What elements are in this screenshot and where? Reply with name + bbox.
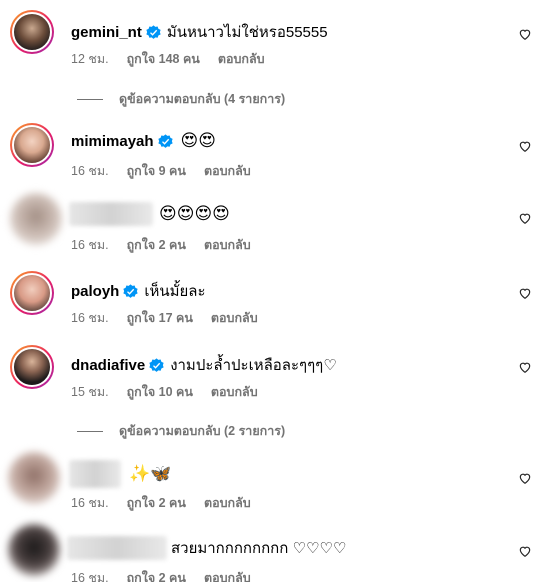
comment-likes[interactable]: ถูกใจ 2 คน	[127, 568, 186, 582]
like-heart-icon[interactable]	[518, 471, 532, 485]
comment-time: 16 ชม.	[71, 496, 109, 510]
username[interactable]: dnadiafive	[71, 357, 145, 374]
comment-time: 16 ชม.	[71, 164, 109, 178]
reply-button[interactable]: ตอบกลับ	[204, 161, 251, 181]
verified-badge-icon	[149, 357, 164, 372]
reply-button[interactable]: ตอบกลับ	[218, 49, 265, 69]
comment-text: สวยมากกกกกกกก ♡♡♡♡	[171, 540, 347, 557]
view-replies-button[interactable]: ดูข้อความตอบกลับ (4 รายการ)	[77, 89, 285, 109]
like-heart-icon[interactable]	[518, 211, 532, 225]
verified-badge-icon	[146, 24, 161, 39]
reply-button[interactable]: ตอบกลับ	[211, 382, 258, 402]
avatar[interactable]	[10, 345, 54, 389]
comment-emoji: 😍😍	[180, 131, 216, 150]
username[interactable]: paloyh	[71, 283, 119, 300]
like-heart-icon[interactable]	[518, 544, 532, 558]
comment-time: 16 ชม.	[71, 311, 109, 325]
avatar[interactable]	[10, 271, 54, 315]
comment-likes[interactable]: ถูกใจ 9 คน	[127, 161, 186, 181]
username-blurred[interactable]	[67, 536, 167, 560]
comment-emoji: ✨🦋	[129, 464, 172, 483]
username-blurred[interactable]	[69, 460, 121, 488]
divider	[77, 430, 103, 432]
comment-text: มันหนาวไม่ใช่หรอ55555	[166, 24, 328, 41]
divider	[77, 98, 103, 100]
comment-likes[interactable]: ถูกใจ 2 คน	[127, 493, 186, 513]
comment-likes[interactable]: ถูกใจ 2 คน	[127, 235, 186, 255]
like-heart-icon[interactable]	[518, 360, 532, 374]
comment-likes[interactable]: ถูกใจ 148 คน	[127, 49, 200, 69]
reply-button[interactable]: ตอบกลับ	[211, 308, 258, 328]
avatar[interactable]	[10, 10, 54, 54]
username[interactable]: mimimayah	[71, 133, 154, 150]
avatar[interactable]	[10, 123, 54, 167]
reply-button[interactable]: ตอบกลับ	[204, 235, 251, 255]
view-replies-label: ดูข้อความตอบกลับ (4 รายการ)	[119, 92, 286, 106]
avatar[interactable]	[8, 452, 60, 504]
verified-badge-icon	[123, 283, 138, 298]
username[interactable]: gemini_nt	[71, 24, 142, 41]
view-replies-button[interactable]: ดูข้อความตอบกลับ (2 รายการ)	[77, 421, 285, 441]
comment-time: 16 ชม.	[71, 571, 109, 582]
avatar[interactable]	[10, 193, 62, 245]
reply-button[interactable]: ตอบกลับ	[204, 493, 251, 513]
avatar[interactable]	[8, 524, 60, 576]
comment-time: 15 ชม.	[71, 385, 109, 399]
like-heart-icon[interactable]	[518, 139, 532, 153]
reply-button[interactable]: ตอบกลับ	[204, 568, 251, 582]
like-heart-icon[interactable]	[518, 286, 532, 300]
comment-likes[interactable]: ถูกใจ 17 คน	[127, 308, 193, 328]
comment-text: เห็นมั้ยละ	[144, 283, 206, 300]
comment-likes[interactable]: ถูกใจ 10 คน	[127, 382, 193, 402]
comment-time: 12 ชม.	[71, 52, 109, 66]
view-replies-label: ดูข้อความตอบกลับ (2 รายการ)	[119, 424, 286, 438]
comment-text: งามปะล้ำปะเหลือละๆๆๆ♡	[170, 357, 337, 374]
verified-badge-icon	[157, 133, 173, 148]
like-heart-icon[interactable]	[518, 27, 532, 41]
username-blurred[interactable]	[69, 202, 153, 226]
comment-emoji: 😍😍😍😍	[159, 204, 230, 223]
comment-time: 16 ชม.	[71, 238, 109, 252]
